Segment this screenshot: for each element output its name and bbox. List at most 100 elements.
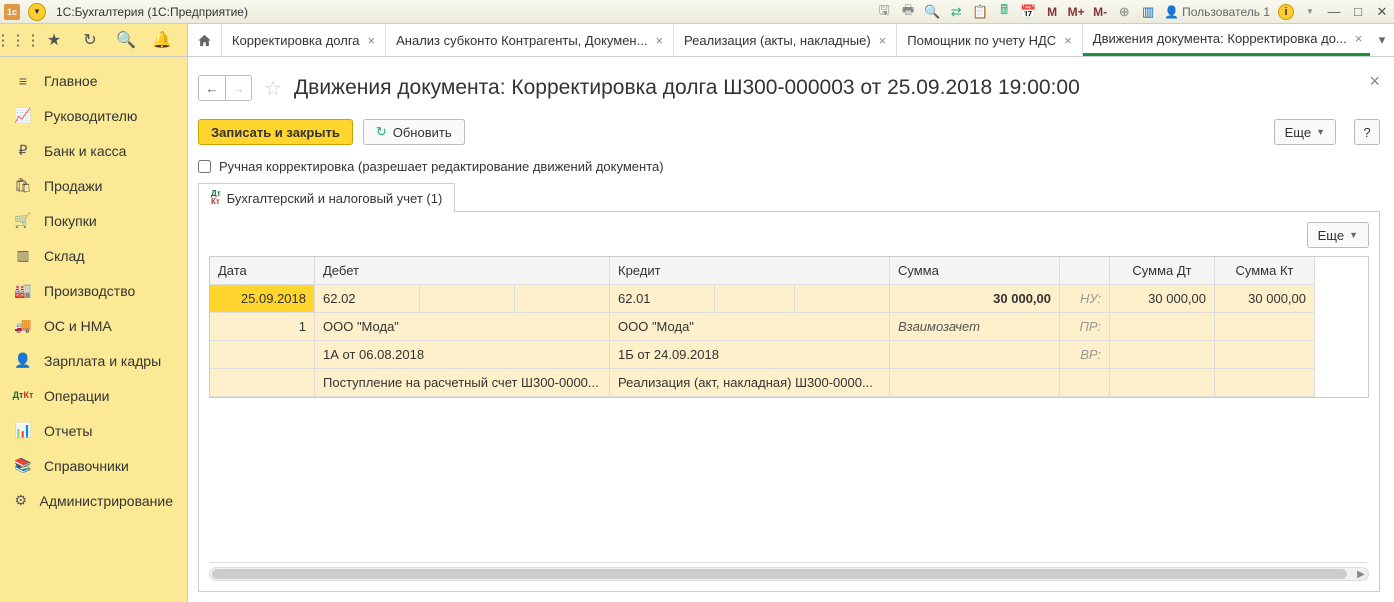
- scrollbar-thumb[interactable]: [212, 569, 1347, 579]
- table-row[interactable]: 25.09.2018 62.02 62.01 30 000,00 НУ: 30 …: [210, 285, 1368, 313]
- sidebar-item-sales[interactable]: 🛍Продажи: [0, 168, 187, 203]
- ruble-icon: ₽: [14, 142, 32, 160]
- more-button[interactable]: Еще▼: [1274, 119, 1336, 145]
- sidebar-item-refs[interactable]: 📚Справочники: [0, 448, 187, 483]
- info-dropdown-icon[interactable]: ▼: [1300, 2, 1320, 22]
- maximize-button[interactable]: □: [1349, 3, 1367, 21]
- horizontal-scrollbar[interactable]: ▶: [209, 567, 1369, 581]
- notifications-icon[interactable]: 🔔: [144, 24, 180, 57]
- caret-down-icon: ▼: [1316, 127, 1325, 137]
- content: × ← → ☆ Движения документа: Корректировк…: [188, 57, 1394, 602]
- tab-close-icon[interactable]: ×: [655, 33, 663, 48]
- sidebar-item-salary[interactable]: 👤Зарплата и кадры: [0, 343, 187, 378]
- help-button[interactable]: ?: [1354, 119, 1380, 145]
- table-row[interactable]: Поступление на расчетный счет Ш300-0000.…: [210, 369, 1368, 397]
- col-sum-dt[interactable]: Сумма Дт: [1110, 257, 1215, 285]
- top-toolbar: ⋮⋮⋮ ★ ↻ 🔍 🔔 Корректировка долга × Анализ…: [0, 24, 1394, 57]
- close-window-button[interactable]: ✕: [1373, 3, 1391, 21]
- sidebar-item-manager[interactable]: 📈Руководителю: [0, 98, 187, 133]
- table-row[interactable]: 1А от 06.08.2018 1Б от 24.09.2018 ВР:: [210, 341, 1368, 369]
- user-section[interactable]: 👤 Пользователь 1: [1164, 5, 1270, 19]
- tab-label: Реализация (акты, накладные): [684, 33, 871, 48]
- compare-icon[interactable]: ⇄: [946, 2, 966, 22]
- apps-icon[interactable]: ⋮⋮⋮: [0, 24, 36, 57]
- print-icon[interactable]: 🖶: [898, 2, 918, 22]
- memory-mplus-icon[interactable]: M+: [1066, 2, 1086, 22]
- user-label: Пользователь 1: [1182, 5, 1270, 19]
- favorites-icon[interactable]: ★: [36, 24, 72, 57]
- grid-header-row: Дата Дебет Кредит Сумма Сумма Дт Сумма К…: [210, 257, 1368, 285]
- register-tab-label: Бухгалтерский и налоговый учет (1): [227, 191, 443, 206]
- memory-mminus-icon[interactable]: M-: [1090, 2, 1110, 22]
- register-tab-accounting[interactable]: ДтКт Бухгалтерский и налоговый учет (1): [198, 183, 455, 212]
- cell-credit-doc: 1Б от 24.09.2018: [610, 341, 890, 369]
- register-tabs: ДтКт Бухгалтерский и налоговый учет (1): [198, 182, 1380, 212]
- sidebar-item-label: Руководителю: [44, 108, 137, 124]
- tab-vat-assistant[interactable]: Помощник по учету НДС ×: [897, 24, 1083, 56]
- minimize-button[interactable]: —: [1325, 3, 1343, 21]
- app-menu-dropdown[interactable]: ▼: [28, 3, 46, 21]
- preview-icon[interactable]: 🔍: [922, 2, 942, 22]
- sidebar-item-operations[interactable]: ДтКтОперации: [0, 378, 187, 413]
- sidebar-item-admin[interactable]: ⚙Администрирование: [0, 483, 187, 518]
- col-lbl[interactable]: [1060, 257, 1110, 285]
- history-icon[interactable]: ↻: [72, 24, 108, 57]
- tab-close-icon[interactable]: ×: [879, 33, 887, 48]
- sidebar-item-warehouse[interactable]: ▥Склад: [0, 238, 187, 273]
- cell-empty: [1110, 341, 1215, 369]
- save-icon[interactable]: 🖫: [874, 2, 894, 22]
- tab-debt-correction[interactable]: Корректировка долга ×: [222, 24, 386, 56]
- tab-document-movements[interactable]: Движения документа: Корректировка до... …: [1083, 24, 1370, 56]
- table-row[interactable]: 1 ООО "Мода" ООО "Мода" Взаимозачет ПР:: [210, 313, 1368, 341]
- nav-buttons: ← →: [198, 75, 252, 101]
- actions-toolbar: Записать и закрыть ↻Обновить Еще▼ ?: [198, 115, 1380, 149]
- tab-close-icon[interactable]: ×: [368, 33, 376, 48]
- col-sum[interactable]: Сумма: [890, 257, 1060, 285]
- tabs-menu-button[interactable]: ▾: [1370, 24, 1394, 56]
- manual-edit-checkbox[interactable]: [198, 160, 211, 173]
- calculator-icon[interactable]: 🖩: [994, 2, 1014, 22]
- table-more-button[interactable]: Еще▼: [1307, 222, 1369, 248]
- save-and-close-button[interactable]: Записать и закрыть: [198, 119, 353, 145]
- cell-credit-subc: ООО "Мода": [610, 313, 890, 341]
- sidebar-item-bank[interactable]: ₽Банк и касса: [0, 133, 187, 168]
- col-debit[interactable]: Дебет: [315, 257, 610, 285]
- refresh-icon: ↻: [376, 124, 387, 140]
- favorite-star-icon[interactable]: ☆: [264, 76, 282, 101]
- sidebar-item-production[interactable]: 🏭Производство: [0, 273, 187, 308]
- cell-label-vr: ВР:: [1060, 341, 1110, 369]
- refresh-button[interactable]: ↻Обновить: [363, 119, 465, 145]
- cell-debit-detail: Поступление на расчетный счет Ш300-0000.…: [315, 369, 610, 397]
- gear-icon: ⚙: [14, 492, 28, 510]
- sidebar-item-label: Покупки: [44, 213, 97, 229]
- nav-forward-button[interactable]: →: [225, 76, 251, 100]
- tab-close-icon[interactable]: ×: [1355, 31, 1363, 46]
- clipboard-icon[interactable]: 📋: [970, 2, 990, 22]
- tab-subconto-analysis[interactable]: Анализ субконто Контрагенты, Докумен... …: [386, 24, 674, 56]
- cell-empty: [1110, 313, 1215, 341]
- scroll-right-icon[interactable]: ▶: [1354, 568, 1368, 580]
- home-button[interactable]: [188, 24, 222, 56]
- calendar-icon[interactable]: 📅: [1018, 2, 1038, 22]
- col-sum-kt[interactable]: Сумма Кт: [1215, 257, 1315, 285]
- panels-icon[interactable]: ▥: [1138, 2, 1158, 22]
- table-area: Еще▼ Дата Дебет Кредит Сумма Сумма Дт Су…: [198, 212, 1380, 592]
- tab-realization[interactable]: Реализация (акты, накладные) ×: [674, 24, 897, 56]
- sidebar-item-main[interactable]: ≡Главное: [0, 63, 187, 98]
- sidebar-item-reports[interactable]: 📊Отчеты: [0, 413, 187, 448]
- close-document-button[interactable]: ×: [1369, 71, 1380, 92]
- sidebar-item-assets[interactable]: 🚚ОС и НМА: [0, 308, 187, 343]
- col-credit[interactable]: Кредит: [610, 257, 890, 285]
- sidebar-item-label: Склад: [44, 248, 85, 264]
- tab-close-icon[interactable]: ×: [1064, 33, 1072, 48]
- memory-m-icon[interactable]: M: [1042, 2, 1062, 22]
- col-date[interactable]: Дата: [210, 257, 315, 285]
- bag-icon: 🛍: [14, 177, 32, 195]
- tab-label: Движения документа: Корректировка до...: [1093, 31, 1347, 46]
- info-icon[interactable]: i: [1278, 4, 1294, 20]
- cell-sum: 30 000,00: [890, 285, 1060, 313]
- zoom-icon[interactable]: ⊕: [1114, 2, 1134, 22]
- search-icon[interactable]: 🔍: [108, 24, 144, 57]
- nav-back-button[interactable]: ←: [199, 76, 225, 100]
- sidebar-item-purchases[interactable]: 🛒Покупки: [0, 203, 187, 238]
